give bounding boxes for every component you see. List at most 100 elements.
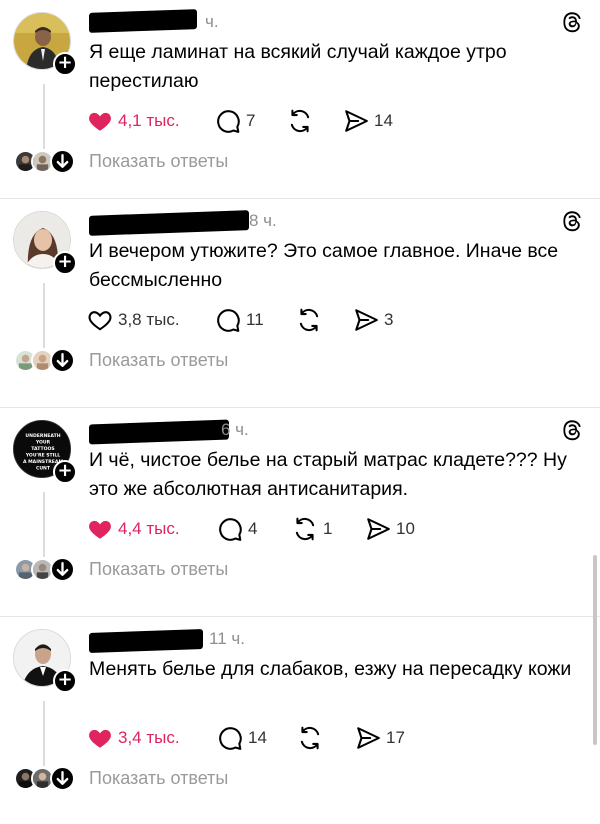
post-time: ч. <box>205 12 219 31</box>
post-time: 6 ч. <box>221 420 249 439</box>
comment-button[interactable]: 14 <box>217 723 267 753</box>
post-text: Я еще ламинат на всякий случай каждое ут… <box>89 41 507 92</box>
repost-button[interactable] <box>296 305 327 335</box>
show-replies-row[interactable]: Показать ответы <box>14 347 414 375</box>
repost-icon <box>295 517 315 541</box>
chevron-down-icon <box>50 149 75 174</box>
repost-button[interactable]: 1 <box>292 514 332 544</box>
heart-filled-icon <box>89 112 111 131</box>
show-replies-row[interactable]: Показать ответы <box>14 556 414 584</box>
like-count: 3,8 тыс. <box>118 310 180 329</box>
show-replies-link[interactable]: Показать ответы <box>89 151 228 172</box>
post-actions: 3,8 тыс. 11 3 <box>87 305 507 335</box>
show-replies-row[interactable]: Показать ответы <box>14 765 414 793</box>
follow-plus-icon[interactable]: + <box>53 52 77 76</box>
comment-bubble-icon <box>219 518 242 541</box>
comment-button[interactable]: 4 <box>217 514 257 544</box>
comment-count: 7 <box>246 111 256 130</box>
post-actions: 3,4 тыс. 14 17 <box>87 723 507 753</box>
avatar[interactable]: + <box>13 629 77 693</box>
post-header: 6 ч. <box>89 416 584 445</box>
thread-replies-feed: + ч. Я еще ламинат на всякий случай кажд… <box>0 0 600 824</box>
like-count: 4,4 тыс. <box>118 519 180 538</box>
share-count: 10 <box>396 519 415 538</box>
repost-icon <box>299 308 319 332</box>
heart-filled-icon <box>89 520 111 539</box>
svg-text:YOUR: YOUR <box>35 440 51 446</box>
follow-plus-icon[interactable]: + <box>53 669 77 693</box>
svg-text:UNDERNEATH: UNDERNEATH <box>25 433 60 439</box>
like-count: 3,4 тыс. <box>118 728 180 747</box>
chevron-down-icon <box>50 557 75 582</box>
thread-line <box>43 701 45 766</box>
send-icon <box>357 727 380 749</box>
repost-button[interactable] <box>287 106 318 136</box>
svg-text:TATTOOS: TATTOOS <box>31 446 54 452</box>
share-button[interactable]: 14 <box>343 106 393 136</box>
repost-icon <box>300 726 320 750</box>
post-header: 8 ч. <box>89 207 584 236</box>
reply-post: + 11 ч. Менять белье для слабаков, езжу … <box>0 616 600 824</box>
comment-bubble-icon <box>217 309 240 332</box>
like-button[interactable]: 4,1 тыс. <box>87 106 180 136</box>
post-text: Менять белье для слабаков, езжу на перес… <box>89 658 572 680</box>
reply-post: UNDERNEATH YOUR TATTOOS YOU'RE STILL A M… <box>0 407 600 616</box>
repost-button[interactable] <box>297 723 328 753</box>
repost-icon <box>290 109 310 133</box>
avatar[interactable]: + <box>13 211 77 275</box>
scrollbar[interactable] <box>593 555 597 745</box>
share-button[interactable]: 10 <box>365 514 415 544</box>
post-time: 8 ч. <box>249 211 277 230</box>
svg-text:CUNT: CUNT <box>36 466 51 472</box>
heart-filled-icon <box>89 729 111 748</box>
comment-bubble-icon <box>219 727 242 750</box>
chevron-down-icon <box>50 348 75 373</box>
post-header: 11 ч. <box>89 625 584 653</box>
share-button[interactable]: 17 <box>355 723 405 753</box>
share-count: 14 <box>374 111 393 130</box>
redacted-username <box>89 629 203 653</box>
comment-button[interactable]: 11 <box>215 305 264 335</box>
like-count: 4,1 тыс. <box>118 111 180 130</box>
thread-line <box>43 84 45 149</box>
threads-logo-icon[interactable] <box>560 10 584 34</box>
follow-plus-icon[interactable]: + <box>53 460 77 484</box>
avatar[interactable]: + <box>13 12 77 76</box>
like-button[interactable]: 4,4 тыс. <box>87 514 180 544</box>
redacted-username <box>89 9 197 33</box>
show-replies-link[interactable]: Показать ответы <box>89 768 228 789</box>
chevron-down-icon <box>50 766 75 791</box>
comment-button[interactable]: 7 <box>215 106 255 136</box>
share-button[interactable]: 3 <box>353 305 393 335</box>
post-time: 11 ч. <box>209 629 245 648</box>
send-icon <box>367 518 390 540</box>
follow-plus-icon[interactable]: + <box>53 251 77 275</box>
comment-count: 4 <box>248 519 258 538</box>
avatar[interactable]: UNDERNEATH YOUR TATTOOS YOU'RE STILL A M… <box>13 420 77 484</box>
like-button[interactable]: 3,4 тыс. <box>87 723 180 753</box>
send-icon <box>355 309 378 331</box>
redacted-username <box>89 210 249 236</box>
reply-post: + ч. Я еще ламинат на всякий случай кажд… <box>0 0 600 209</box>
post-actions: 4,4 тыс. 4 1 10 <box>87 514 507 544</box>
comment-count: 14 <box>248 728 267 747</box>
show-replies-row[interactable]: Показать ответы <box>14 148 414 176</box>
post-text: И вечером утюжите? Это самое главное. Ин… <box>89 240 559 291</box>
share-count: 3 <box>384 310 394 329</box>
svg-text:YOU'RE STILL: YOU'RE STILL <box>25 453 61 459</box>
comment-count: 11 <box>246 310 264 329</box>
show-replies-link[interactable]: Показать ответы <box>89 350 228 371</box>
share-count: 17 <box>386 728 405 747</box>
threads-logo-icon[interactable] <box>560 418 584 442</box>
reply-post: + 8 ч. И вечером утюжите? Это самое глав… <box>0 198 600 407</box>
thread-line <box>43 492 45 557</box>
thread-line <box>43 283 45 348</box>
threads-logo-icon[interactable] <box>560 209 584 233</box>
show-replies-link[interactable]: Показать ответы <box>89 559 228 580</box>
send-icon <box>345 110 368 132</box>
post-text: И чё, чистое белье на старый матрас клад… <box>89 449 567 500</box>
repost-count: 1 <box>323 519 333 538</box>
post-actions: 4,1 тыс. 7 14 <box>87 106 507 136</box>
like-button[interactable]: 3,8 тыс. <box>87 305 180 335</box>
redacted-username <box>89 419 229 445</box>
